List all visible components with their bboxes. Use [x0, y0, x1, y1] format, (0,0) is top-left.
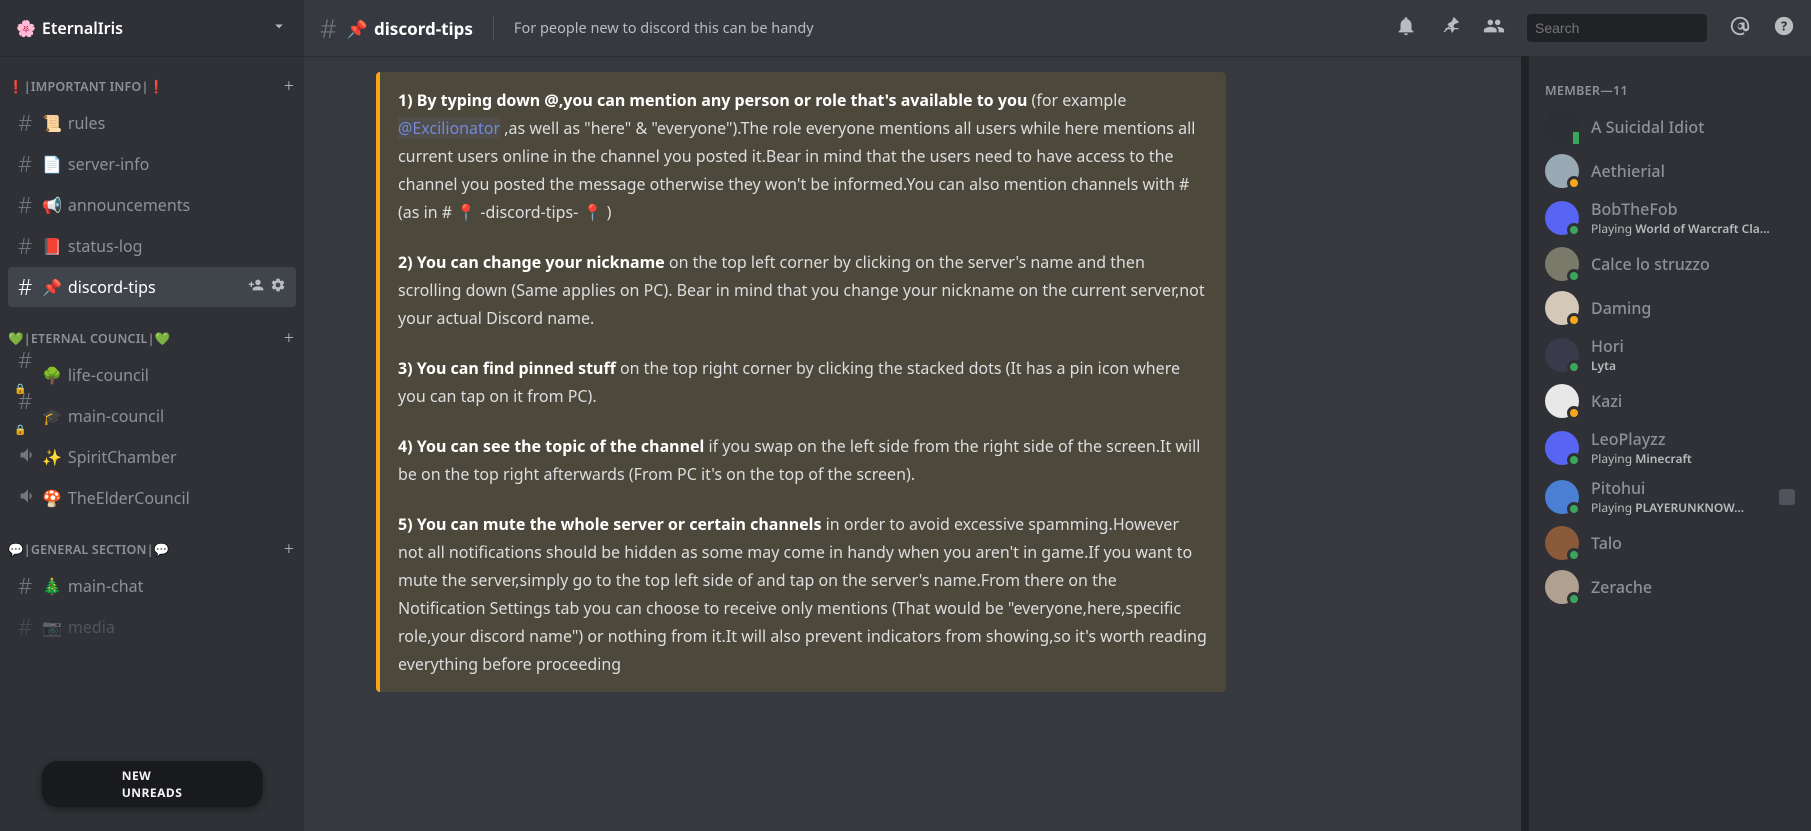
tip4-bold: 4) You can see the topic of the channel	[398, 435, 704, 457]
avatar	[1545, 291, 1579, 325]
gear-icon[interactable]	[270, 276, 286, 298]
channel-topic[interactable]: For people new to discord this can be ha…	[514, 18, 1385, 38]
hash-icon: #	[18, 272, 42, 302]
member-a-suicidal-idiot[interactable]: A Suicidal Idiot	[1537, 105, 1803, 149]
member-kazi[interactable]: Kazi	[1537, 379, 1803, 423]
scrollbar[interactable]	[1521, 56, 1529, 831]
new-unreads-pill[interactable]: NEW UNREADS	[42, 761, 263, 807]
topbar-toolbar: ?	[1395, 14, 1795, 42]
channel-title-icon: 📌	[347, 17, 368, 40]
channel-SpiritChamber[interactable]: ✨SpiritChamber	[8, 437, 296, 477]
avatar	[1545, 570, 1579, 604]
tip3-bold: 3) You can find pinned stuff	[398, 357, 616, 379]
member-leoplayzz[interactable]: LeoPlayzzPlaying Minecraft	[1537, 423, 1803, 472]
channel-TheElderCouncil[interactable]: 🍄TheElderCouncil	[8, 478, 296, 518]
server-name: EternalIris	[42, 17, 123, 39]
speaker-icon	[18, 486, 42, 511]
status-online-icon	[1567, 453, 1581, 467]
speaker-icon	[18, 445, 42, 470]
hash-icon: #	[18, 108, 42, 138]
add-channel-icon[interactable]: +	[284, 74, 294, 98]
help-icon[interactable]: ?	[1773, 15, 1795, 42]
status-online-icon	[1567, 269, 1581, 283]
tip5-bold: 5) You can mute the whole server or cert…	[398, 513, 821, 535]
status-online-icon	[1567, 592, 1581, 606]
member-zerache[interactable]: Zerache	[1537, 565, 1803, 609]
channel-topbar: # 📌 discord-tips For people new to disco…	[304, 0, 1811, 56]
status-online-icon	[1567, 548, 1581, 562]
channel-life-council[interactable]: #🔒🌳life-council	[8, 355, 296, 395]
tip1-bold: 1) By typing down @,you can mention any …	[398, 89, 1027, 111]
avatar	[1545, 154, 1579, 188]
svg-text:?: ?	[1781, 16, 1787, 34]
pin-icon[interactable]	[1439, 15, 1461, 42]
channel-title: discord-tips	[374, 17, 473, 40]
user-mention[interactable]: @Excilionator	[398, 117, 500, 139]
avatar	[1545, 480, 1579, 514]
avatar	[1545, 110, 1579, 144]
hash-icon: #	[320, 10, 337, 46]
invite-icon[interactable]	[248, 276, 264, 298]
channel-server-info[interactable]: #📄server-info	[8, 144, 296, 184]
status-idle-icon	[1567, 313, 1581, 327]
server-icon: 🌸	[16, 17, 36, 39]
member-aethierial[interactable]: Aethierial	[1537, 149, 1803, 193]
mentions-icon[interactable]	[1729, 15, 1751, 42]
channel-main-council[interactable]: #🔒🎓main-council	[8, 396, 296, 436]
search-box[interactable]	[1527, 14, 1707, 42]
avatar	[1545, 338, 1579, 372]
member-calce-lo-struzzo[interactable]: Calce lo struzzo	[1537, 242, 1803, 286]
chevron-down-icon	[270, 17, 288, 40]
category-header[interactable]: 💚|ETERNAL COUNCIL|💚+	[0, 308, 304, 354]
member-list: MEMBER—11 A Suicidal IdiotAethierialBobT…	[1529, 56, 1811, 831]
member-daming[interactable]: Daming	[1537, 286, 1803, 330]
status-online-icon	[1567, 360, 1581, 374]
hash-icon: #	[18, 571, 42, 601]
status-mobile-icon	[1570, 129, 1582, 147]
status-online-icon	[1567, 223, 1581, 237]
channel-announcements[interactable]: #📢announcements	[8, 185, 296, 225]
member-pitohui[interactable]: PitohuiPlaying PLAYERUNKNOW...	[1537, 472, 1803, 521]
member-bobthefob[interactable]: BobTheFobPlaying World of Warcraft Cla..…	[1537, 193, 1803, 242]
tips-embed: 1) By typing down @,you can mention any …	[376, 72, 1226, 692]
category-header[interactable]: ❗|IMPORTANT INFO|❗+	[0, 56, 304, 102]
channel-discord-tips[interactable]: #📌discord-tips	[8, 267, 296, 307]
member-group-header: MEMBER—11	[1537, 72, 1803, 105]
server-header[interactable]: 🌸 EternalIris	[0, 0, 304, 56]
status-online-icon	[1567, 502, 1581, 516]
avatar	[1545, 201, 1579, 235]
avatar	[1545, 526, 1579, 560]
member-talo[interactable]: Talo	[1537, 521, 1803, 565]
avatar	[1545, 247, 1579, 281]
category-header[interactable]: 💬|GENERAL SECTION|💬+	[0, 519, 304, 565]
hash-icon: #🔒	[18, 386, 42, 446]
avatar	[1545, 431, 1579, 465]
channel-rules[interactable]: #📜rules	[8, 103, 296, 143]
bell-icon[interactable]	[1395, 15, 1417, 42]
hash-icon: #	[18, 149, 42, 179]
members-icon[interactable]	[1483, 15, 1505, 42]
channel-list[interactable]: ❗|IMPORTANT INFO|❗+#📜rules#📄server-info#…	[0, 56, 304, 831]
hash-icon: #	[18, 231, 42, 261]
add-channel-icon[interactable]: +	[284, 537, 294, 561]
add-channel-icon[interactable]: +	[284, 326, 294, 350]
hash-icon: #	[18, 190, 42, 220]
channel-main-chat[interactable]: #🎄main-chat	[8, 566, 296, 606]
channel-media[interactable]: #📷media	[8, 607, 296, 647]
status-idle-icon	[1567, 176, 1581, 190]
tip2-bold: 2) You can change your nickname	[398, 251, 665, 273]
channel-sidebar: 🌸 EternalIris ❗|IMPORTANT INFO|❗+#📜rules…	[0, 0, 304, 831]
status-idle-icon	[1567, 406, 1581, 420]
rich-presence-icon	[1779, 489, 1795, 505]
channel-status-log[interactable]: #📕status-log	[8, 226, 296, 266]
member-hori[interactable]: HoriLyta	[1537, 330, 1803, 379]
main-area: # 📌 discord-tips For people new to disco…	[304, 0, 1811, 831]
topbar-divider	[493, 16, 494, 40]
search-input[interactable]	[1535, 20, 1716, 36]
message-area[interactable]: 1) By typing down @,you can mention any …	[304, 56, 1521, 831]
avatar	[1545, 384, 1579, 418]
hash-icon: #	[18, 612, 42, 642]
